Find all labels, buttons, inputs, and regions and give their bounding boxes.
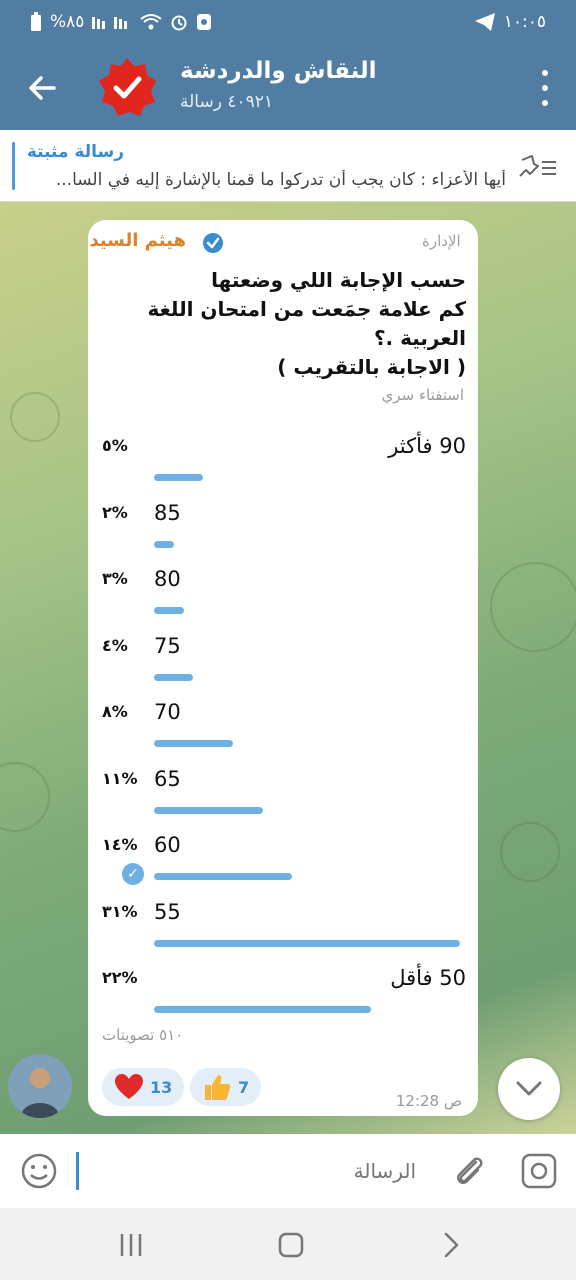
arrow-left-icon	[29, 76, 56, 100]
option-label: 70	[154, 700, 181, 724]
home-icon[interactable]	[276, 1230, 306, 1260]
pinned-text: أيها الأعزاء : كان يجب أن تدركوا ما قمنا…	[55, 170, 506, 190]
option-bar	[154, 939, 460, 947]
sender-avatar[interactable]	[8, 1054, 72, 1118]
option-percent: ١٤%	[102, 835, 138, 854]
option-bar	[154, 1006, 372, 1013]
recent-apps-icon[interactable]	[116, 1230, 146, 1260]
option-label: 55	[154, 899, 181, 924]
notification-icon	[197, 14, 212, 30]
reaction-count: 13	[150, 1077, 173, 1097]
telegram-icon	[474, 13, 495, 31]
thumbs-up-icon	[205, 1075, 231, 1100]
option-percent: ٢٢%	[102, 968, 138, 987]
option-percent: ٢%	[102, 502, 128, 522]
more-menu-button[interactable]	[536, 70, 554, 106]
doodle-circle	[10, 392, 60, 442]
option-label: 85	[154, 500, 181, 525]
option-bar	[154, 474, 204, 481]
poll-message[interactable]: الإدارة هيثم السيد حسب الإجابة اللي وضعت…	[88, 220, 478, 1116]
alarm-icon	[171, 15, 187, 31]
option-percent: ٨%	[102, 702, 128, 721]
system-nav-bar	[0, 1208, 576, 1280]
option-percent: ١١%	[102, 768, 138, 788]
heart-icon	[115, 1074, 143, 1099]
battery-icon	[31, 12, 41, 31]
poll-option[interactable]: ١١% 65	[88, 767, 478, 827]
paperclip-icon[interactable]	[448, 1150, 488, 1190]
chevron-down-icon	[516, 1081, 542, 1096]
pinned-title: رسالة مثبتة	[26, 142, 124, 162]
chat-header: النقاش والدردشة ٤٠٩٢١ رسالة	[0, 48, 576, 130]
pin-list-icon[interactable]	[518, 152, 558, 182]
message-input[interactable]	[76, 1152, 416, 1190]
scroll-down-button[interactable]	[498, 1058, 560, 1120]
option-percent: ٤%	[102, 635, 128, 655]
back-button[interactable]	[22, 68, 62, 108]
channel-avatar[interactable]	[96, 56, 158, 118]
doodle-circle	[490, 562, 576, 652]
vote-count: ٥١٠ تصويتات	[102, 1026, 184, 1044]
reaction-heart[interactable]: 13	[102, 1068, 185, 1106]
wifi-icon	[140, 14, 163, 30]
status-bar: %٨٥ ١٠:٠٥	[0, 0, 576, 48]
option-bar	[154, 673, 194, 681]
chat-area: الإدارة هيثم السيد حسب الإجابة اللي وضعت…	[0, 202, 576, 1134]
message-time: 12:28 ص	[395, 1092, 462, 1110]
option-bar	[154, 873, 293, 880]
poll-option[interactable]: ٣١% 55	[88, 900, 478, 960]
poll-type: استفتاء سري	[381, 386, 464, 404]
poll-option[interactable]: ٢٢% 50 فأقل	[88, 966, 478, 1026]
chat-subtitle: ٤٠٩٢١ رسالة	[180, 92, 273, 112]
option-label: 60	[154, 833, 181, 857]
pinned-indicator	[12, 142, 15, 190]
verified-icon	[203, 233, 223, 253]
verified-badge-icon	[99, 58, 156, 116]
status-time: ١٠:٠٥	[503, 12, 546, 32]
reaction-count: 7	[238, 1077, 250, 1097]
poll-option[interactable]: ٣% 80	[88, 567, 478, 627]
person-photo-icon	[8, 1054, 72, 1118]
signal-icon	[92, 17, 128, 29]
admin-tag: الإدارة	[422, 232, 461, 250]
dot-icon	[542, 100, 548, 106]
option-label: 65	[154, 766, 181, 791]
status-right: ١٠:٠٥	[474, 12, 546, 32]
option-bar	[154, 607, 184, 614]
poll-option[interactable]: ٥% 90 فأكثر	[88, 434, 478, 494]
poll-option[interactable]: ٤% 75	[88, 634, 478, 694]
poll-option[interactable]: ٢% 85	[88, 501, 478, 561]
battery-percent: %٨٥	[50, 12, 85, 32]
dot-icon	[542, 70, 548, 76]
poll-option[interactable]: ١٤% 60 ✓	[88, 833, 478, 893]
poll-question: حسب الإجابة اللي وضعتها كم علامة جمَعت م…	[147, 268, 467, 379]
message-input-bar	[0, 1134, 576, 1208]
option-label: 50 فأقل	[390, 966, 466, 990]
option-percent: ٥%	[102, 436, 128, 455]
emoji-icon[interactable]	[20, 1152, 58, 1190]
option-label: 75	[154, 633, 181, 658]
reaction-thumbs-up[interactable]: 7	[190, 1068, 262, 1106]
option-label: 90 فأكثر	[388, 434, 466, 458]
chat-title: النقاش والدردشة	[180, 58, 377, 84]
pinned-message[interactable]: رسالة مثبتة أيها الأعزاء : كان يجب أن تد…	[0, 130, 576, 202]
dot-icon	[542, 85, 548, 91]
poll-option[interactable]: ٨% 70	[88, 700, 478, 760]
option-label: 80	[154, 567, 181, 591]
option-percent: ٣%	[102, 569, 128, 588]
option-bar	[154, 540, 174, 548]
author-name[interactable]: هيثم السيد	[89, 230, 186, 251]
selected-check-icon: ✓	[122, 863, 144, 885]
doodle-circle	[500, 822, 560, 882]
back-nav-icon[interactable]	[436, 1230, 466, 1260]
option-percent: ٣١%	[102, 901, 138, 921]
camera-icon[interactable]	[520, 1152, 558, 1190]
option-bar	[154, 806, 263, 814]
option-bar	[154, 740, 233, 747]
status-left: %٨٥	[30, 12, 212, 32]
doodle-circle	[0, 762, 50, 832]
